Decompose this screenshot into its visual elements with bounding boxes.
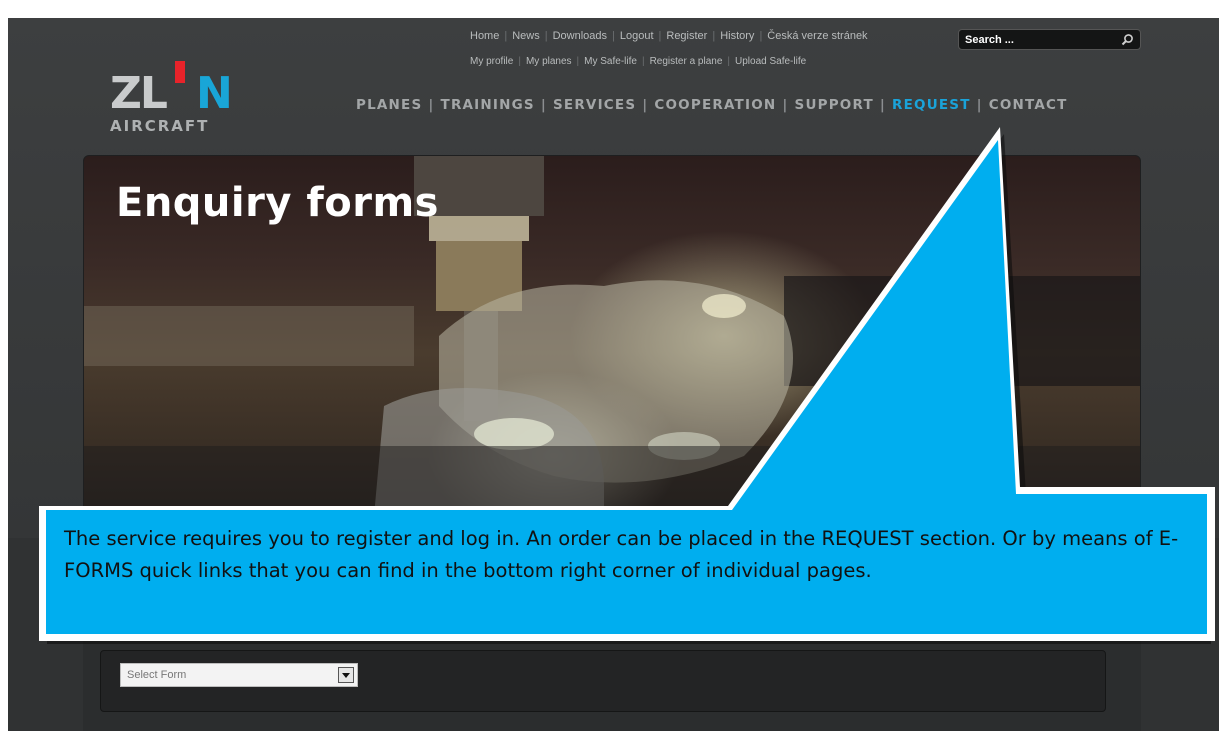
callout-annotation <box>39 127 1215 644</box>
callout-text: The service requires you to register and… <box>64 527 1179 582</box>
